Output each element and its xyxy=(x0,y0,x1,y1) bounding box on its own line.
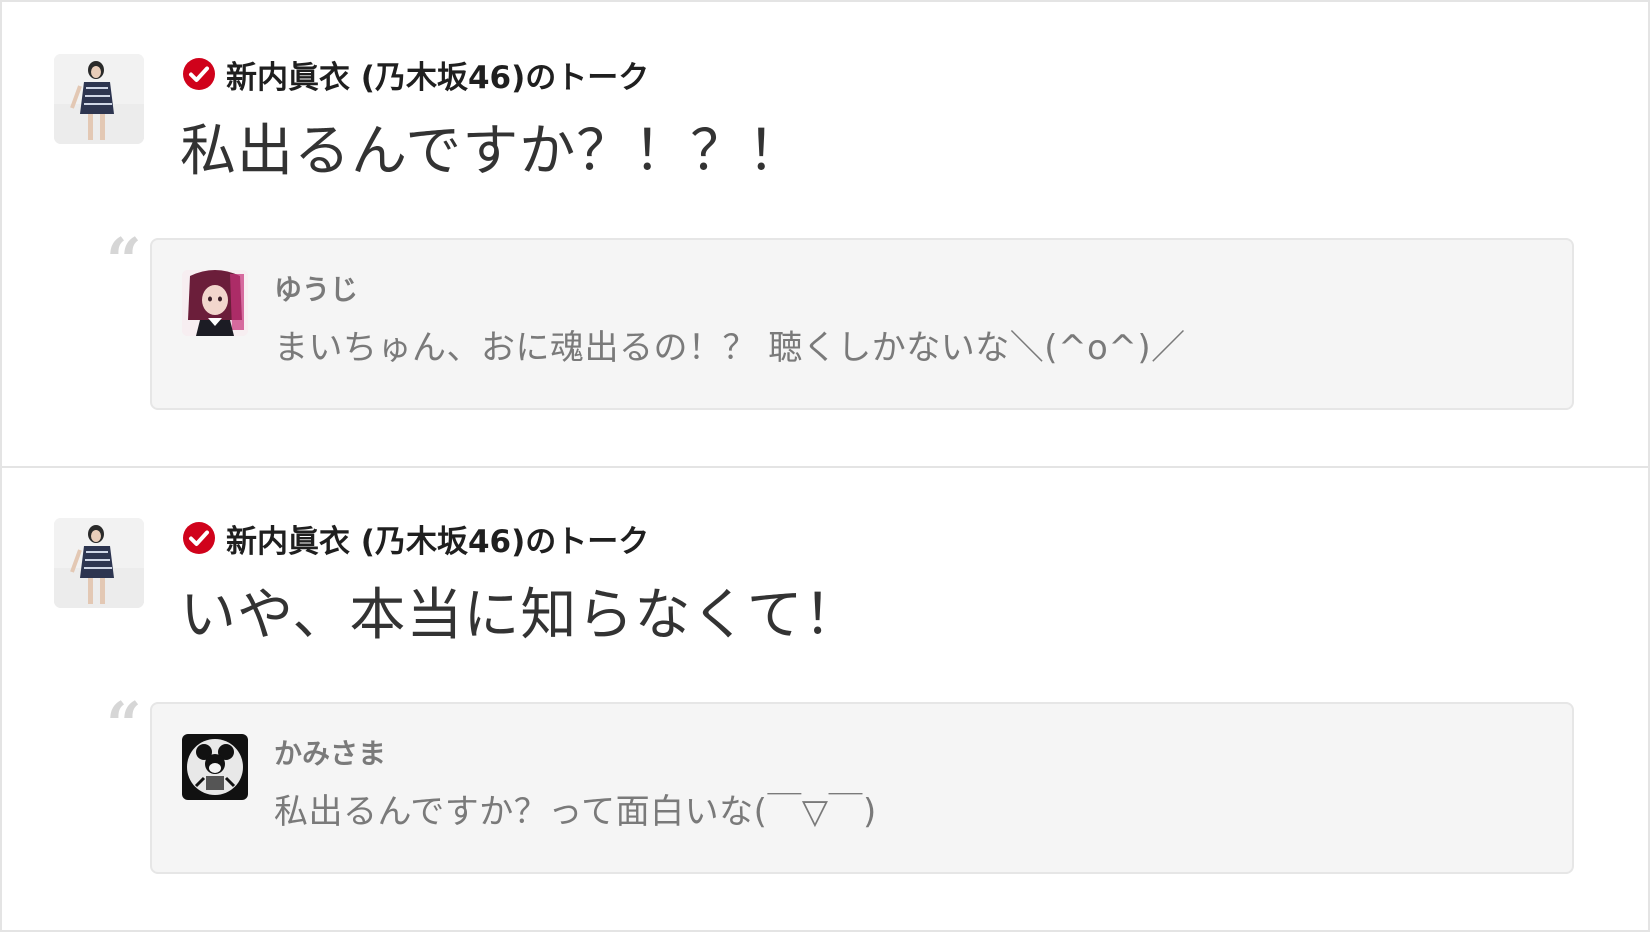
quoted-reply[interactable]: ゆうじ まいちゅん、おに魂出るの！？ 聴くしかないな＼(^o^)／ xyxy=(150,238,1574,410)
quote-icon: “ xyxy=(106,224,142,297)
reply-username[interactable]: かみさま xyxy=(274,732,386,772)
reply-text: 私出るんですか？って面白いな(￣▽￣) xyxy=(274,792,877,832)
reply-username[interactable]: ゆうじ xyxy=(274,268,358,308)
reply-text: まいちゅん、おに魂出るの！？ 聴くしかないな＼(^o^)／ xyxy=(274,328,1186,368)
quote-icon: “ xyxy=(106,688,142,761)
talk-item: 新内眞衣 (乃木坂46)のトーク 私出るんですか？！？！ “ ゆうじ まいちゅん… xyxy=(2,2,1648,466)
talk-feed: 新内眞衣 (乃木坂46)のトーク 私出るんですか？！？！ “ ゆうじ まいちゅん… xyxy=(0,0,1650,932)
verified-check-icon xyxy=(182,521,216,555)
reply-avatar[interactable] xyxy=(182,734,248,800)
author-name[interactable]: 新内眞衣 (乃木坂46)のトーク xyxy=(226,52,649,97)
author-row[interactable]: 新内眞衣 (乃木坂46)のトーク xyxy=(182,52,649,97)
quoted-reply[interactable]: かみさま 私出るんですか？って面白いな(￣▽￣) xyxy=(150,702,1574,874)
talk-item: 新内眞衣 (乃木坂46)のトーク いや、本当に知らなくて！ “ かみさま 私出る… xyxy=(2,466,1648,930)
author-row[interactable]: 新内眞衣 (乃木坂46)のトーク xyxy=(182,516,649,561)
author-avatar[interactable] xyxy=(54,54,144,144)
author-avatar[interactable] xyxy=(54,518,144,608)
author-name[interactable]: 新内眞衣 (乃木坂46)のトーク xyxy=(226,516,649,561)
talk-message: いや、本当に知らなくて！ xyxy=(180,583,861,648)
verified-check-icon xyxy=(182,57,216,91)
reply-avatar[interactable] xyxy=(182,270,248,336)
talk-message: 私出るんですか？！？！ xyxy=(180,119,805,184)
